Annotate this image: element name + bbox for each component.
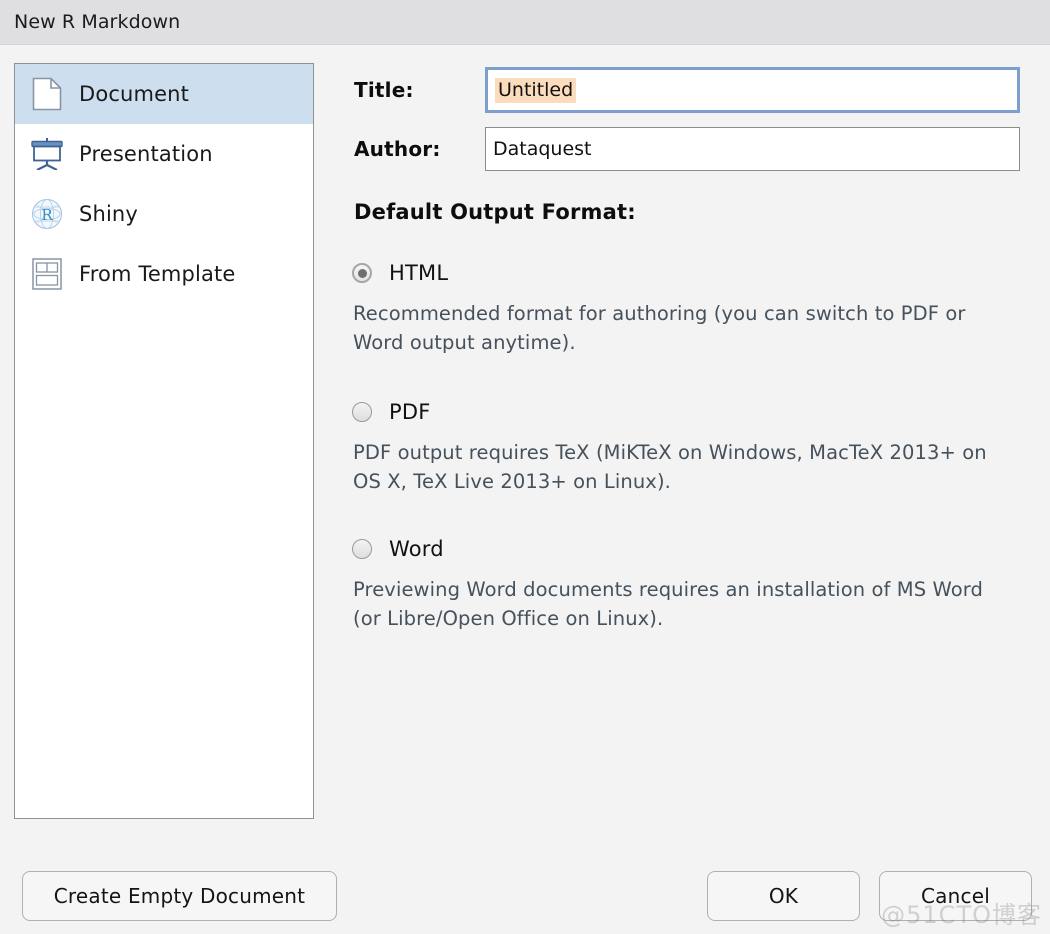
output-option-description: PDF output requires TeX (MiKTeX on Windo… [353,441,987,493]
output-option-html-head[interactable]: HTML [352,258,1012,288]
sidebar-item-shiny[interactable]: R Shiny [15,184,313,244]
radio-word[interactable] [352,539,372,559]
title-field-row: Title: Untitled [354,67,1020,113]
radio-dot-icon [357,268,367,278]
form-area: Title: Untitled Author: Dataquest Defaul… [340,46,1040,934]
document-type-list[interactable]: Document Presentation R Shiny From Templ… [14,63,314,819]
sidebar-item-from-template[interactable]: From Template [15,244,313,304]
dialog-body: Document Presentation R Shiny From Templ… [0,46,1050,934]
presentation-screen-icon [29,136,65,172]
output-option-description: Previewing Word documents requires an in… [353,578,983,630]
sidebar-item-label: Presentation [79,142,213,166]
output-option-word-head[interactable]: Word [352,534,1012,564]
title-input-value: Untitled [495,77,577,103]
document-page-icon [29,76,65,112]
author-label: Author: [354,137,441,161]
sidebar-item-label: Shiny [79,202,138,226]
title-input[interactable]: Untitled [485,67,1020,113]
author-input-value: Dataquest [493,138,592,160]
title-label: Title: [354,78,414,102]
radio-html[interactable] [352,263,372,283]
default-output-format-heading: Default Output Format: [354,200,636,224]
output-option-pdf[interactable]: PDF PDF output requires TeX (MiKTeX on W… [352,397,1012,496]
output-option-description: Recommended format for authoring (you ca… [353,302,966,354]
author-input[interactable]: Dataquest [485,127,1020,171]
output-option-html[interactable]: HTML Recommended format for authoring (y… [352,258,1012,357]
svg-text:R: R [41,206,53,224]
output-option-label: HTML [389,261,449,285]
window-titlebar: New R Markdown [0,0,1050,45]
sidebar-item-label: Document [79,82,189,106]
sidebar-item-document[interactable]: Document [15,64,313,124]
sidebar-item-presentation[interactable]: Presentation [15,124,313,184]
template-grid-icon [29,256,65,292]
output-option-label: PDF [389,400,431,424]
output-option-word[interactable]: Word Previewing Word documents requires … [352,534,1012,633]
radio-pdf[interactable] [352,402,372,422]
window-title: New R Markdown [14,11,181,33]
cancel-button[interactable]: Cancel [879,871,1032,921]
author-field-row: Author: Dataquest [354,127,1020,171]
ok-button[interactable]: OK [707,871,860,921]
output-option-label: Word [389,537,444,561]
output-option-pdf-head[interactable]: PDF [352,397,1012,427]
shiny-r-globe-icon: R [29,196,65,232]
create-empty-document-button[interactable]: Create Empty Document [22,871,337,921]
sidebar-item-label: From Template [79,262,236,286]
